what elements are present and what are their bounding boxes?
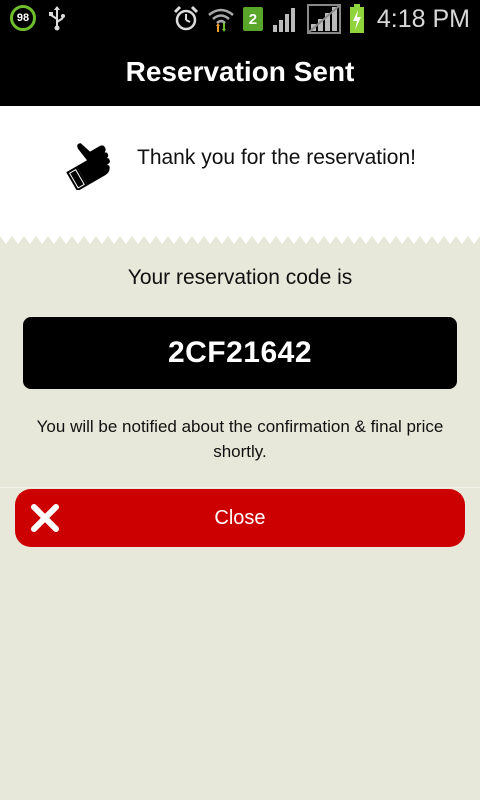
signal-icon: [271, 5, 299, 33]
status-bar-right: 2 4:18 PM: [173, 4, 470, 34]
page-title: Reservation Sent: [125, 56, 355, 87]
wifi-icon: [207, 5, 235, 33]
thanks-message: Thank you for the reservation!: [137, 146, 416, 169]
zigzag-divider: [0, 232, 480, 244]
title-bar: Reservation Sent: [0, 38, 480, 106]
sim-slot-badge: 2: [242, 7, 263, 31]
signal-icon-2: [306, 4, 341, 34]
thanks-panel: Thank you for the reservation!: [0, 106, 480, 234]
reservation-code-box: 2CF21642: [23, 317, 457, 389]
sim-slot-number: 2: [248, 10, 258, 28]
alarm-icon: [173, 5, 199, 33]
confirmation-notice: You will be notified about the confirmat…: [36, 417, 444, 461]
thumbs-up-icon: [60, 134, 116, 194]
status-bar-left: 98: [10, 5, 66, 31]
battery-ring-icon: 98: [10, 5, 36, 31]
usb-icon: [48, 5, 66, 31]
close-button-label: Close: [214, 506, 266, 529]
clock: 4:18 PM: [376, 4, 470, 33]
close-button[interactable]: Close: [15, 489, 465, 547]
reservation-code: 2CF21642: [167, 336, 313, 369]
status-bar: 98 2 4:18 PM: [0, 0, 480, 38]
reservation-code-label: Your reservation code is: [127, 266, 353, 289]
battery-charging-icon: [349, 4, 365, 34]
divider: [0, 487, 480, 488]
battery-level: 98: [16, 12, 30, 24]
